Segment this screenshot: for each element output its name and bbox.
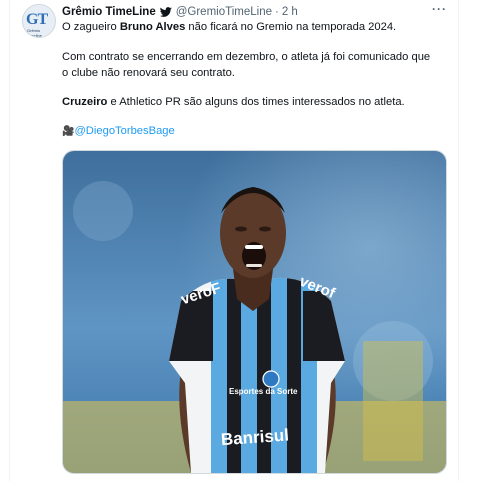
mention-link[interactable]: @DiegoTorbesBage <box>74 125 174 137</box>
separator: · <box>274 6 279 18</box>
text-bold-name: Bruno Alves <box>119 21 186 33</box>
tweet-header: Grêmio TimeLine @GremioTimeLine · 2 h <box>62 3 298 21</box>
text-segment: O zagueiro <box>62 21 120 33</box>
club-crest <box>262 370 280 388</box>
avatar[interactable]: GT Grêmio Timeline <box>22 4 56 38</box>
avatar-logo: GT <box>26 11 48 28</box>
author-name[interactable]: Grêmio TimeLine <box>62 6 156 18</box>
more-icon[interactable]: ··· <box>432 2 447 16</box>
tweet-text-line-1: O zagueiro Bruno Alves não ficará no Gre… <box>62 20 396 35</box>
text-segment: e Athletico PR são alguns dos times inte… <box>107 96 405 108</box>
avatar-subtitle: Grêmio Timeline <box>27 28 42 38</box>
tweet-text-line-2: Com contrato se encerrando em dezembro, … <box>62 51 431 63</box>
player-photo: veroF verof Esportes da Sorte Banrisul <box>63 151 446 473</box>
camera-icon: 🎥 <box>62 126 75 137</box>
text-segment: não ficará no Gremio na temporada 2024. <box>185 21 397 33</box>
tweet-text-line-4: Cruzeiro e Athletico PR são alguns dos t… <box>62 95 405 110</box>
tweet-photo[interactable]: veroF verof Esportes da Sorte Banrisul <box>62 150 447 474</box>
timestamp[interactable]: 2 h <box>282 6 298 18</box>
author-handle[interactable]: @GremioTimeLine <box>176 6 272 18</box>
timeline-left-border <box>9 0 10 481</box>
bird-icon <box>159 6 172 18</box>
timeline-right-border <box>458 0 459 481</box>
tweet-text-line-3: o clube não renovará seu contrato. <box>62 67 235 79</box>
shirt-badge-text: Esportes da Sorte <box>229 387 298 396</box>
text-bold-club: Cruzeiro <box>62 96 108 108</box>
tweet[interactable]: GT Grêmio Timeline Grêmio TimeLine @Grem… <box>0 0 485 481</box>
tweet-text-line-5: 🎥@DiegoTorbesBage <box>62 124 175 139</box>
